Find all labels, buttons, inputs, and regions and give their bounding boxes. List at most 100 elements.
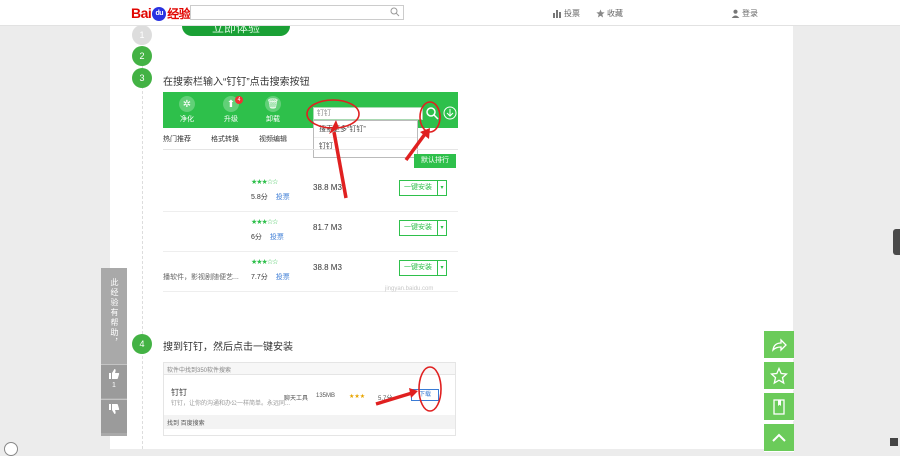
score-line: 6分 投票 [251, 232, 284, 242]
vote-link: 投票 [275, 274, 290, 281]
tool-upgrade: ⬆ 升级 4 [213, 96, 249, 124]
step-timeline-line [142, 26, 143, 449]
tool-clean: ✲ 净化 [169, 96, 205, 124]
result-name: 钉钉 [171, 388, 187, 397]
nav-favorite[interactable]: 收藏 [596, 8, 623, 19]
favorite-button[interactable] [764, 362, 794, 390]
result-header: 软件中找到350软件搜索 [164, 363, 455, 375]
logo-jingyan-text: 经验 [167, 7, 191, 21]
tabs-divider [163, 149, 458, 150]
chevron-down-icon: ▾ [437, 221, 446, 235]
bar-chart-icon [553, 10, 561, 18]
tab-hot: 热门推荐 [163, 136, 191, 143]
chevron-up-icon [772, 433, 786, 442]
side-feedback-tab[interactable] [893, 229, 900, 255]
nav-login[interactable]: 登录 [731, 8, 758, 19]
suggestion-dingtalk: 钉钉 [319, 143, 333, 150]
software-row: ★★★☆☆ 5.8分 投票 38.8 M3 一键安装 ▾ [163, 172, 458, 212]
result-desc: 钉钉，让你的沟通和办公一样简单。永远同... [171, 401, 291, 407]
score-line: 5.8分 投票 [251, 192, 290, 202]
chevron-down-icon: ▾ [437, 261, 446, 275]
download-icon [443, 106, 457, 120]
thumbs-down-button[interactable] [101, 399, 127, 433]
tool-clean-label: 净化 [180, 116, 194, 123]
thumbs-up-button[interactable]: 1 [101, 364, 127, 398]
clean-icon: ✲ [179, 96, 195, 112]
corner-widget-icon[interactable] [4, 442, 18, 456]
rating-stars: ★★★☆☆ [251, 179, 278, 186]
helpful-text: 此经验有帮助， [110, 278, 119, 348]
download-button: 下载 [411, 389, 439, 401]
rating-stars: ★★★☆☆ [251, 219, 278, 226]
baidu-jingyan-logo[interactable]: Bai du 经验 [131, 5, 191, 22]
category-tabs: 热门推荐 格式转换 视频编辑 [163, 134, 287, 144]
install-button: 一键安装 ▾ [399, 260, 447, 276]
nav-login-label: 登录 [742, 9, 758, 18]
search-input[interactable] [190, 5, 404, 20]
star-icon [770, 366, 788, 384]
vote-link: 投票 [269, 234, 284, 241]
rank-button: 默认排行 [414, 154, 456, 168]
share-icon [772, 337, 787, 352]
result-category: 聊天工具 [284, 396, 309, 402]
step-4-screenshot[interactable]: 软件中找到350软件搜索 钉钉 钉钉，让你的沟通和办公一样简单。永远同... 聊… [163, 362, 456, 436]
install-label: 一键安装 [404, 184, 432, 191]
app-search-field: 钉钉 [313, 107, 423, 120]
nav-vote-label: 投票 [564, 9, 580, 18]
nav-vote[interactable]: 投票 [553, 8, 580, 19]
baidu-paw-icon: du [152, 7, 167, 22]
size-value: 38.8 M3 [313, 183, 342, 192]
app-search-icon [426, 107, 439, 120]
nav-favorite-label: 收藏 [607, 9, 623, 18]
back-to-top-button[interactable] [764, 424, 794, 452]
thumbs-up-count: 1 [112, 382, 116, 389]
rating-stars: ★★★☆☆ [251, 259, 278, 266]
software-desc: 播软件，影视剧随便艺... [163, 274, 239, 281]
score-value: 7.7分 [251, 274, 268, 281]
step-3-screenshot[interactable]: ✲ 净化 ⬆ 升级 4 🗑 卸载 钉钉 搜索更多“钉钉” 钉钉 热门推荐 格式转… [163, 92, 458, 292]
upgrade-badge: 4 [235, 96, 243, 104]
watermark: jingyan.baidu.com [385, 286, 434, 292]
chevron-down-icon: ▾ [437, 181, 446, 195]
install-label: 一键安装 [404, 224, 432, 231]
result-stars: ★★★ [349, 394, 366, 400]
step-number-4: 4 [132, 334, 152, 354]
tool-uninstall-label: 卸载 [266, 116, 280, 123]
step-number-3: 3 [132, 68, 152, 88]
software-row: ★★★☆☆ 6分 投票 81.7 M3 一键安装 ▾ [163, 212, 458, 252]
thumbs-down-icon [109, 404, 120, 414]
result-size: 135MB [316, 393, 336, 399]
suggestion-more: 搜索更多“钉钉” [314, 121, 417, 138]
result-score: 5.7分 [378, 396, 393, 402]
share-button[interactable] [764, 331, 794, 359]
score-line: 7.7分 投票 [251, 272, 290, 282]
step-4-text: 搜到钉钉，然后点击一键安装 [163, 342, 293, 353]
helpful-vote-bar: 此经验有帮助， 1 [101, 268, 127, 436]
tab-video: 视频编辑 [259, 136, 287, 143]
score-value: 5.8分 [251, 194, 268, 201]
bookmark-button[interactable] [764, 393, 794, 421]
size-value: 81.7 M3 [313, 223, 342, 232]
install-button: 一键安装 ▾ [399, 220, 447, 236]
score-value: 6分 [251, 234, 262, 241]
search-icon[interactable] [390, 7, 400, 17]
search-suggestions: 搜索更多“钉钉” 钉钉 [313, 120, 418, 158]
install-label: 一键安装 [404, 264, 432, 271]
user-icon [731, 9, 740, 18]
uninstall-icon: 🗑 [265, 96, 281, 112]
step-number-2: 2 [132, 46, 152, 66]
size-value: 38.8 M3 [313, 263, 342, 272]
result-footer: 找到 百度搜索 [164, 415, 455, 429]
vote-link: 投票 [275, 194, 290, 201]
step-number-1: 1 [132, 25, 152, 45]
logo-text: Bai [131, 5, 152, 21]
scroll-corner [890, 438, 898, 446]
thumbs-up-icon [109, 369, 120, 379]
star-icon [596, 9, 605, 18]
bookmark-icon [773, 398, 785, 415]
tool-upgrade-label: 升级 [224, 116, 238, 123]
install-button: 一键安装 ▾ [399, 180, 447, 196]
tab-format: 格式转换 [211, 136, 239, 143]
top-bar: Bai du 经验 投票 收藏 登录 [0, 0, 900, 26]
tool-uninstall: 🗑 卸载 [255, 96, 291, 124]
